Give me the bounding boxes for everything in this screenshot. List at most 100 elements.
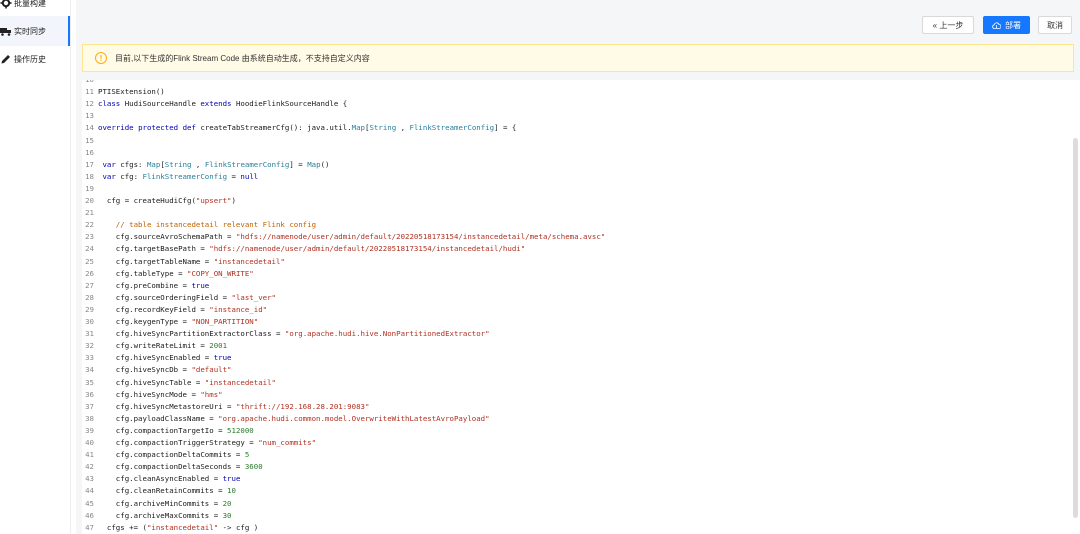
line-number: 22	[85, 220, 94, 230]
line-text: cfg.hiveSyncDb = "default"	[98, 365, 232, 375]
line-number: 43	[85, 474, 94, 484]
line-number: 21	[85, 208, 94, 218]
line-number: 30	[85, 317, 94, 326]
line-text: cfg.compactionTargetIo = 512000	[98, 425, 254, 435]
line-text: cfg.tableType = "COPY_ON_WRITE"	[98, 268, 254, 278]
line-number: 27	[85, 280, 94, 290]
code-line: 30 cfg.keygenType = "NON_PARTITION"	[82, 316, 258, 328]
code-line: 22 // table instancedetail relevant Flin…	[82, 219, 316, 231]
line-text: cfg.keygenType = "NON_PARTITION"	[98, 317, 259, 326]
code-line: 27 cfg.preCombine = true	[82, 280, 209, 292]
code-line: 13	[82, 110, 98, 122]
line-number: 12	[85, 99, 94, 109]
line-number: 25	[85, 256, 94, 266]
line-text: cfg.sourceAvroSchemaPath = "hdfs://namen…	[98, 232, 606, 242]
line-text: cfg.compactionTriggerStrategy = "num_com…	[98, 438, 317, 447]
line-number: 20	[85, 196, 94, 205]
line-number: 42	[85, 462, 94, 472]
code-line: 25 cfg.targetTableName = "instancedetail…	[82, 256, 285, 268]
code-line: 33 cfg.hiveSyncEnabled = true	[82, 352, 232, 364]
editor-scrollbar[interactable]	[1073, 138, 1078, 518]
line-number: 33	[85, 353, 94, 363]
line-number: 40	[85, 438, 94, 447]
line-number: 34	[85, 365, 94, 375]
line-number: 10	[82, 80, 94, 86]
code-line: 35 cfg.hiveSyncTable = "instancedetail"	[82, 377, 276, 389]
deploy-button[interactable]: 部署	[983, 16, 1030, 34]
line-number: 41	[85, 450, 94, 460]
line-text: cfg.preCombine = true	[98, 280, 210, 290]
line-number: 44	[85, 486, 94, 496]
code-line: 12 class HudiSourceHandle extends HoodieF…	[82, 98, 347, 110]
line-text: cfg.targetTableName = "instancedetail"	[98, 256, 285, 266]
line-number: 11	[85, 87, 94, 97]
code-line: 31 cfg.hiveSyncPartitionExtractorClass =…	[82, 328, 490, 340]
line-number: 39	[85, 425, 94, 435]
line-text: var cfg: FlinkStreamerConfig = null	[102, 171, 259, 181]
gear-icon	[0, 0, 12, 9]
code-line: 20 cfg = createHudiCfg("upsert")	[82, 195, 236, 207]
line-number: 47	[85, 522, 94, 532]
line-number: 18	[85, 171, 94, 181]
line-number: 36	[85, 389, 94, 399]
code-line: 28 cfg.sourceOrderingField = "last_ver"	[82, 292, 276, 304]
code-line: 15	[82, 135, 98, 147]
code-line: 11 PTISExtension()	[82, 86, 165, 98]
line-text: cfg.hiveSyncMetastoreUri = "thrift://192…	[98, 401, 370, 411]
toolbar: « 上一步 部署 取消	[76, 16, 1080, 44]
code-line: 41 cfg.compactionDeltaCommits = 5	[82, 449, 249, 461]
code-line: 38 cfg.payloadClassName = "org.apache.hu…	[82, 413, 490, 425]
line-number: 23	[85, 232, 94, 242]
line-text: cfg.compactionDeltaCommits = 5	[98, 450, 250, 460]
line-text: var cfgs: Map[String , FlinkStreamerConf…	[102, 159, 330, 169]
line-text: cfg.compactionDeltaSeconds = 3600	[98, 462, 263, 472]
line-number: 32	[85, 341, 94, 351]
prev-step-button[interactable]: « 上一步	[922, 16, 974, 34]
line-text: class HudiSourceHandle extends HoodieFli…	[98, 99, 348, 109]
sidebar-item-realtime-sync[interactable]: 实时同步	[0, 16, 70, 46]
line-text: cfg.hiveSyncPartitionExtractorClass = "o…	[98, 329, 490, 339]
line-text: cfg.writeRateLimit = 2001	[98, 341, 228, 351]
line-number: 46	[85, 510, 94, 520]
code-line: 44 cfg.cleanRetainCommits = 10	[82, 485, 236, 497]
code-line: 46 cfg.archiveMaxCommits = 30	[82, 510, 232, 522]
line-text: cfgs += ("instancedetail" -> cfg )	[98, 522, 259, 532]
line-number: 38	[85, 413, 94, 423]
line-number: 31	[85, 329, 94, 339]
line-text: cfg.hiveSyncMode = "hms"	[98, 389, 223, 399]
code-line: 21	[82, 207, 98, 219]
line-text: PTISExtension()	[98, 87, 165, 97]
line-number: 45	[85, 498, 94, 508]
line-text: // table instancedetail relevant Flink c…	[98, 220, 317, 230]
code-line: 26 cfg.tableType = "COPY_ON_WRITE"	[82, 268, 254, 280]
code-line: 17 var cfgs: Map[String , FlinkStreamerC…	[82, 159, 329, 171]
line-number: 37	[85, 401, 94, 411]
code-line: 16	[82, 147, 98, 159]
line-text: cfg.hiveSyncEnabled = true	[98, 353, 232, 363]
main-panel: « 上一步 部署 取消 ! 目前,以下生成的Flink Stream Code …	[76, 0, 1080, 534]
line-text: cfg.targetBasePath = "hdfs://namenode/us…	[98, 244, 526, 254]
cloud-upload-icon	[992, 21, 1001, 29]
code-line: 43 cfg.cleanAsyncEnabled = true	[82, 473, 240, 485]
sidebar-item-history[interactable]: 操作历史	[0, 44, 70, 74]
line-text: override protected def createTabStreamer…	[98, 123, 517, 133]
code-line: 42 cfg.compactionDeltaSeconds = 3600	[82, 461, 263, 473]
sidebar-item-label: 批量构建	[14, 0, 46, 8]
warning-icon: !	[95, 52, 107, 64]
line-number: 26	[85, 268, 94, 278]
code-line: 14 override protected def createTabStream…	[82, 122, 516, 134]
code-line: 40 cfg.compactionTriggerStrategy = "num_…	[82, 437, 316, 449]
notice-text: 目前,以下生成的Flink Stream Code 由系统自动生成，不支持自定义…	[115, 53, 370, 63]
line-number: 28	[85, 292, 94, 302]
cancel-button[interactable]: 取消	[1038, 16, 1072, 34]
code-line: 19	[82, 183, 98, 195]
line-text: cfg.hiveSyncTable = "instancedetail"	[98, 377, 276, 387]
line-number: 19	[85, 183, 94, 193]
line-text: cfg.archiveMaxCommits = 30	[98, 510, 232, 520]
code-line: 37 cfg.hiveSyncMetastoreUri = "thrift://…	[82, 401, 369, 413]
line-number: 35	[85, 377, 94, 387]
deploy-label: 部署	[1005, 20, 1021, 30]
line-text: cfg.archiveMinCommits = 20	[98, 498, 232, 508]
code-editor[interactable]: 1011 PTISExtension() 12 class HudiSourceHan…	[82, 80, 1080, 534]
line-text: cfg.payloadClassName = "org.apache.hudi.…	[98, 413, 490, 423]
